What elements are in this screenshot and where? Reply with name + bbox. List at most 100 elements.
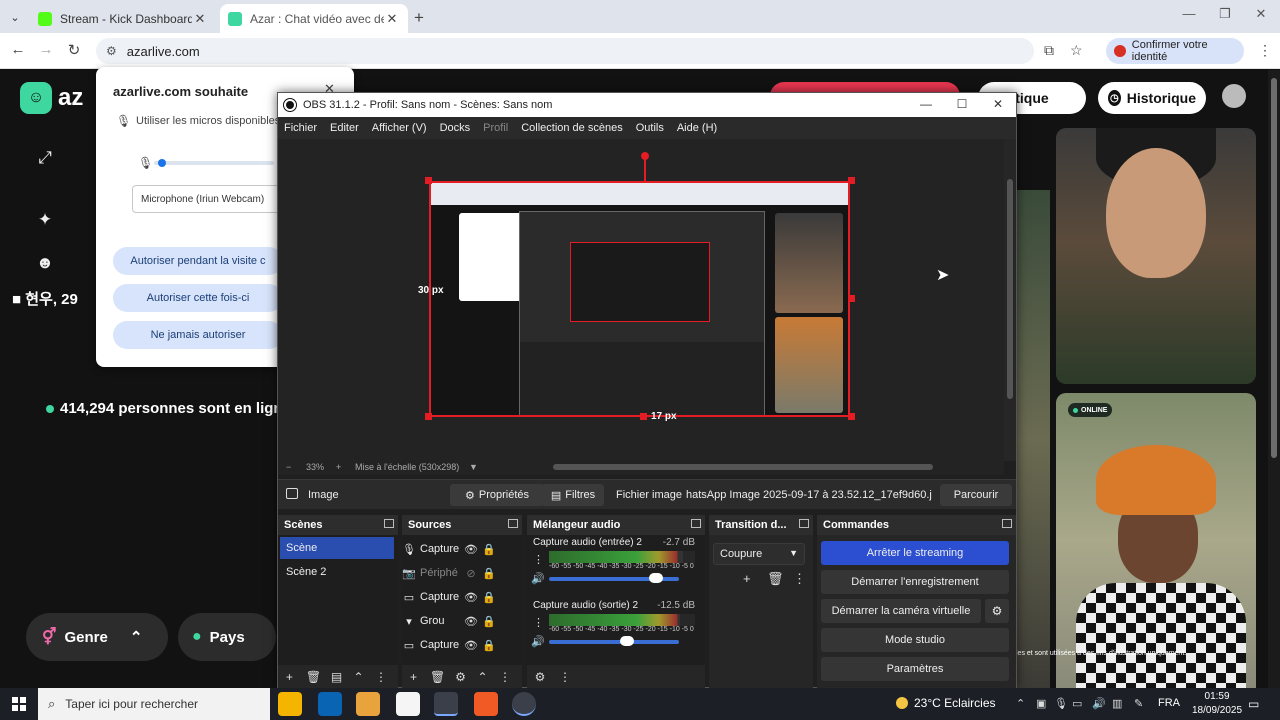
minimize-icon[interactable]: — <box>914 97 938 111</box>
allow-during-visit-button[interactable]: Autoriser pendant la visite c <box>113 247 283 275</box>
menu-editer[interactable]: Editer <box>330 122 359 134</box>
eye-icon[interactable]: 👁 <box>462 639 480 652</box>
notification-icon[interactable]: ▭ <box>1248 697 1259 711</box>
eye-icon[interactable]: 👁 <box>462 615 480 628</box>
microphone-icon[interactable]: 🎙 <box>1054 697 1068 710</box>
smiley-icon[interactable]: ☻ <box>34 253 56 275</box>
kebab-menu-icon[interactable]: ⋮ <box>533 616 544 629</box>
resize-handle[interactable] <box>848 295 855 302</box>
filter-icon[interactable]: ▤ <box>331 670 342 684</box>
resize-handle[interactable] <box>425 177 432 184</box>
reload-icon[interactable]: ↻ <box>64 41 84 59</box>
windows-start-icon[interactable] <box>12 697 26 711</box>
tab-kick-dashboard[interactable]: Stream - Kick Dashboard ✕ <box>30 4 216 33</box>
preview-horizontal-scrollbar[interactable] <box>553 464 933 470</box>
properties-button[interactable]: ⚙ Propriétés <box>450 484 544 506</box>
chevron-up-icon[interactable]: ⌃ <box>477 670 488 684</box>
speaker-icon[interactable]: 🔊 <box>531 572 545 585</box>
trash-icon[interactable]: 🗑 <box>767 571 784 587</box>
volume-slider[interactable] <box>549 640 679 644</box>
eye-icon[interactable]: 👁 <box>462 591 480 604</box>
bookmark-star-icon[interactable]: ☆ <box>1070 42 1083 59</box>
virtual-camera-gear-icon[interactable]: ⚙ <box>985 599 1009 623</box>
sparkle-icon[interactable]: ✦ <box>34 210 56 232</box>
resize-handle[interactable] <box>848 413 855 420</box>
close-tab-icon[interactable]: ✕ <box>384 11 400 27</box>
scrollbar-thumb[interactable] <box>1271 78 1277 458</box>
menu-docks[interactable]: Docks <box>440 122 471 134</box>
resize-handle[interactable] <box>640 413 647 420</box>
lock-icon[interactable]: 🔒 <box>480 591 498 604</box>
kebab-menu-icon[interactable]: ⋮ <box>499 670 511 684</box>
scene-item[interactable]: Scène <box>280 537 394 559</box>
outlook-icon[interactable] <box>318 692 342 716</box>
camera-icon[interactable]: ▣ <box>1036 697 1046 710</box>
network-icon[interactable]: ▥ <box>1112 697 1122 710</box>
back-arrow-icon[interactable]: ← <box>8 41 28 58</box>
azar-logo-icon[interactable]: ☺ <box>20 82 52 114</box>
menu-afficher[interactable]: Afficher (V) <box>372 122 427 134</box>
resize-handle[interactable] <box>425 413 432 420</box>
tab-azar[interactable]: Azar : Chat vidéo avec de nouv ✕ <box>220 4 408 33</box>
site-info-icon[interactable]: ⚙ <box>106 44 117 58</box>
lock-icon[interactable]: 🔒 <box>480 615 498 628</box>
user-card[interactable] <box>1056 128 1256 384</box>
file-path-field[interactable]: hatsApp Image 2025-09-17 à 23.52.12_17ef… <box>686 489 932 501</box>
undock-icon[interactable] <box>691 519 701 528</box>
kebab-menu-icon[interactable]: ⋮ <box>375 670 387 684</box>
language-indicator[interactable]: FRA <box>1158 697 1180 709</box>
kebab-menu-icon[interactable]: ⋮ <box>793 571 806 587</box>
new-tab-plus-icon[interactable]: + <box>414 8 424 28</box>
source-row[interactable]: 📷 Périphé ⊘ 🔒 <box>402 561 520 585</box>
menu-fichier[interactable]: Fichier <box>284 122 317 134</box>
close-window-icon[interactable]: ✕ <box>1246 6 1276 22</box>
browse-button[interactable]: Parcourir <box>940 484 1012 506</box>
chrome-icon[interactable] <box>434 692 458 716</box>
zoom-in-button[interactable]: + <box>336 462 341 472</box>
preview-canvas[interactable] <box>429 181 850 417</box>
storage-icon[interactable]: ▭ <box>1072 697 1082 710</box>
microphone-select[interactable]: Microphone (Iriun Webcam) <box>132 185 282 213</box>
resize-handle[interactable] <box>848 177 855 184</box>
gear-icon[interactable]: ⚙ <box>455 670 466 684</box>
user-card[interactable]: ONLINE <box>1056 393 1256 688</box>
menu-aide[interactable]: Aide (H) <box>677 122 717 134</box>
eye-icon[interactable]: 👁 <box>462 543 480 556</box>
expand-icon[interactable]: ⤢ <box>34 148 56 170</box>
volume-slider-knob[interactable] <box>648 573 663 583</box>
genre-filter-button[interactable]: ⚥ Genre ⌃ <box>26 613 168 661</box>
add-icon[interactable]: + <box>408 670 419 684</box>
chevron-down-icon[interactable]: ▼ <box>469 462 478 472</box>
profile-avatar-icon[interactable] <box>1222 84 1246 108</box>
taskbar-search[interactable]: ⌕ Taper ici pour rechercher <box>38 688 270 720</box>
kebab-menu-icon[interactable]: ⋮ <box>533 553 544 566</box>
volume-slider-knob[interactable] <box>620 636 634 646</box>
undock-icon[interactable] <box>508 519 518 528</box>
never-allow-button[interactable]: Ne jamais autoriser <box>113 321 283 349</box>
lock-icon[interactable]: 🔒 <box>480 567 498 580</box>
address-bar[interactable]: ⚙ azarlive.com <box>96 38 1034 64</box>
filters-button[interactable]: ▤ Filtres <box>542 484 604 506</box>
pays-filter-button[interactable]: ● Pays <box>178 613 276 661</box>
lock-icon[interactable]: 🔒 <box>480 543 498 556</box>
speaker-icon[interactable]: 🔊 <box>531 635 545 648</box>
eye-hidden-icon[interactable]: ⊘ <box>462 567 480 580</box>
studio-mode-button[interactable]: Mode studio <box>821 628 1009 652</box>
source-row[interactable]: ▭ Capture 👁 🔒 <box>402 585 520 609</box>
confirm-identity-button[interactable]: Confirmer votre identité <box>1106 38 1244 64</box>
close-tab-icon[interactable]: ✕ <box>192 11 208 27</box>
trash-icon[interactable]: 🗑 <box>430 670 445 684</box>
lock-icon[interactable]: 🔒 <box>480 639 498 652</box>
store-icon[interactable] <box>356 692 380 716</box>
undock-icon[interactable] <box>799 519 809 528</box>
stop-streaming-button[interactable]: Arrêter le streaming <box>821 541 1009 565</box>
scrollbar-thumb[interactable] <box>1007 179 1013 399</box>
undock-icon[interactable] <box>384 519 394 528</box>
undock-icon[interactable] <box>1002 519 1012 528</box>
add-icon[interactable]: + <box>743 571 751 586</box>
menu-outils[interactable]: Outils <box>636 122 664 134</box>
start-virtual-camera-button[interactable]: Démarrer la caméra virtuelle <box>821 599 981 623</box>
volume-icon[interactable]: 🔊 <box>1092 697 1106 710</box>
clock[interactable]: 01:59 18/09/2025 <box>1192 690 1242 718</box>
source-row[interactable]: 🎙 Capture 👁 🔒 <box>402 537 520 561</box>
